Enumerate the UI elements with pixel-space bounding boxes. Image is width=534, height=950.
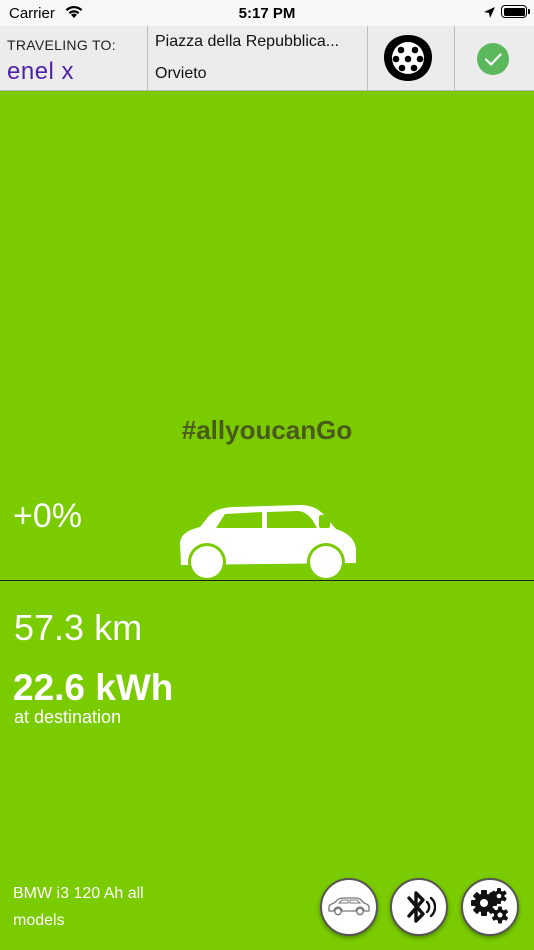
settings-button[interactable] — [461, 878, 519, 936]
battery-icon — [501, 5, 530, 18]
check-icon — [477, 43, 509, 80]
destination-field[interactable]: Piazza della Repubblica... Orvieto — [148, 26, 368, 90]
status-bar: Carrier 5:17 PM — [0, 0, 534, 26]
connector-button[interactable] — [368, 26, 455, 90]
traveling-to-label: TRAVELING TO: — [7, 37, 116, 53]
confirm-button[interactable] — [455, 26, 534, 90]
header-bar: TRAVELING TO: enel x Piazza della Repubb… — [0, 26, 534, 91]
hashtag-text: #allyoucanGo — [181, 415, 353, 445]
brand-logo: enel x — [7, 58, 75, 85]
brand-cell: TRAVELING TO: enel x — [0, 26, 148, 90]
vehicle-select-button[interactable] — [320, 878, 378, 936]
destination-city: Orvieto — [155, 65, 207, 82]
clock: 5:17 PM — [238, 5, 296, 22]
vehicle-model: BMW i3 120 Ah all models — [13, 885, 144, 929]
bluetooth-button[interactable] — [390, 878, 448, 936]
energy-label: at destination — [14, 707, 122, 727]
location-arrow-icon — [483, 6, 496, 24]
energy-value: 22.6 kWh — [13, 667, 174, 708]
charging-connector-icon — [382, 33, 434, 88]
destination-address: Piazza della Repubblica... — [155, 33, 340, 50]
distance-value: 57.3 km — [14, 607, 143, 648]
car-illustration — [176, 503, 358, 586]
charge-percent: +0% — [13, 497, 82, 535]
ground-divider — [0, 580, 534, 581]
